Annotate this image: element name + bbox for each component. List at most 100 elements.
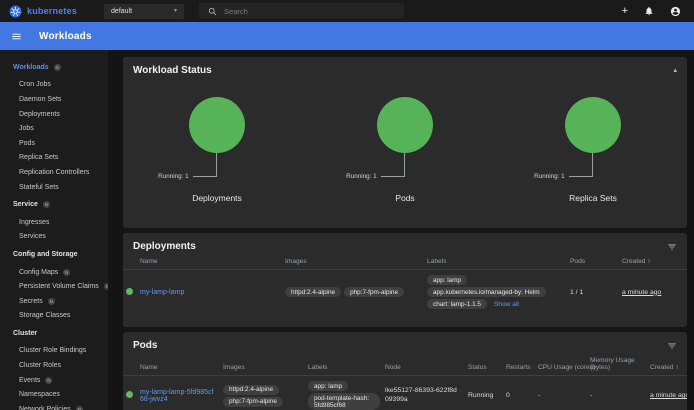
label-chip: pod-template-hash: 5fd985cf68 (308, 393, 380, 410)
sidebar-item-config-and-storage[interactable]: Config and Storage (0, 247, 108, 262)
deployments-table: Name Images Labels Pods Created ↑ my-lam… (123, 258, 687, 315)
callout-line (569, 153, 593, 177)
deployment-row[interactable]: my-lamp-lamp httpd:2.4-alpinephp:7-fpm-a… (123, 270, 687, 316)
page-toolbar: Workloads (0, 22, 694, 50)
table-header-row: Name Images Labels Node Status Restarts … (123, 357, 687, 376)
pods-ratio: 1 / 1 (570, 270, 622, 316)
image-chip: httpd:2.4-alpine (285, 287, 341, 297)
status-running-dot (126, 391, 133, 398)
pod-name-link[interactable]: my-lamp-lamp-5fd985cf68-jwvz4 (140, 389, 221, 403)
account-button[interactable] (670, 6, 681, 17)
sidebar-item-pods[interactable]: Pods (0, 136, 108, 151)
pods-column-header: Pods (570, 258, 622, 270)
kubernetes-brand[interactable]: kubernetes (0, 5, 77, 18)
pod-cpu-usage: - (538, 376, 590, 410)
sidebar-item-network-policies[interactable]: Network Policies N (0, 402, 108, 410)
namespaced-badge: N (45, 377, 52, 384)
deployment-name-link[interactable]: my-lamp-lamp (140, 289, 184, 296)
sidebar-item-service[interactable]: Service N (0, 197, 108, 212)
namespaced-badge: N (43, 201, 50, 208)
restarts-column-header: Restarts (506, 357, 538, 376)
sidebar-item-persistent-volume-claims[interactable]: Persistent Volume Claims N (0, 279, 108, 294)
page-title: Workloads (39, 31, 92, 42)
sidebar-item-workloads[interactable]: Workloads N (0, 60, 108, 75)
search-box[interactable] (199, 3, 404, 19)
pods-card: Pods Name Images (123, 332, 687, 410)
sidebar-item-secrets[interactable]: Secrets N (0, 294, 108, 309)
workload-status-title: Workload Status (133, 65, 212, 76)
status-text-column-header: Status (468, 357, 506, 376)
running-count-label: Running: 1 (346, 173, 379, 180)
node-column-header: Node (385, 357, 468, 376)
image-chip: php:7-fpm-alpine (344, 287, 404, 297)
images-column-header: Images (223, 357, 308, 376)
namespaced-badge: N (54, 64, 61, 71)
sidebar-item-deployments[interactable]: Deployments (0, 107, 108, 122)
sidebar-item-jobs[interactable]: Jobs (0, 121, 108, 136)
collapse-card-button[interactable]: ▴ (673, 65, 677, 74)
show-all-link[interactable]: Show all (494, 301, 519, 308)
table-header-row: Name Images Labels Pods Created ↑ (123, 258, 687, 270)
sort-asc-icon: ↑ (647, 258, 650, 265)
filter-button[interactable] (667, 241, 677, 252)
menu-button[interactable] (0, 31, 22, 42)
brand-text: kubernetes (27, 6, 77, 16)
sidebar-item-daemon-sets[interactable]: Daemon Sets (0, 92, 108, 107)
sidebar-item-cluster[interactable]: Cluster (0, 326, 108, 341)
created-time-link[interactable]: a minute ago (650, 392, 687, 399)
sidebar-item-stateful-sets[interactable]: Stateful Sets (0, 180, 108, 195)
status-column-header (123, 258, 140, 270)
created-time-link[interactable]: a minute ago (622, 289, 661, 296)
images-column-header: Images (285, 258, 427, 270)
namespace-value: default (111, 8, 132, 15)
kubernetes-logo-icon (9, 5, 22, 18)
pod-memory-usage: - (590, 376, 650, 410)
sidebar-item-cron-jobs[interactable]: Cron Jobs (0, 78, 108, 93)
created-column-sort-header[interactable]: Created ↑ (650, 357, 687, 376)
node-name: lke55127-86393-622f8d09399a (385, 387, 466, 404)
search-icon (208, 7, 217, 16)
sidebar-item-namespaces[interactable]: Namespaces (0, 387, 108, 402)
deployments-card: Deployments Name Images (123, 233, 687, 327)
pod-row[interactable]: my-lamp-lamp-5fd985cf68-jwvz4 httpd:2.4-… (123, 376, 687, 410)
pod-status: Running (468, 376, 506, 410)
sidebar-item-replica-sets[interactable]: Replica Sets (0, 151, 108, 166)
main-content: Workload Status ▴ Running: 1 Deployments (108, 50, 694, 410)
deployments-title: Deployments (133, 241, 196, 252)
hamburger-icon (11, 31, 22, 42)
cpu-column-header: CPU Usage (cores) (538, 357, 590, 376)
pie-running-replica-sets (565, 97, 621, 153)
workload-status-card: Workload Status ▴ Running: 1 Deployments (123, 57, 687, 228)
filter-button[interactable] (667, 340, 677, 351)
namespaced-badge: N (63, 269, 70, 276)
sidebar-item-config-maps[interactable]: Config Maps N (0, 265, 108, 280)
filter-icon (667, 242, 677, 252)
create-resource-button[interactable]: + (622, 6, 628, 17)
sidebar-item-cluster-roles[interactable]: Cluster Roles (0, 358, 108, 373)
search-input[interactable] (224, 7, 384, 16)
image-chip: php:7-fpm-alpine (223, 397, 283, 407)
top-app-bar: kubernetes default ▾ + (0, 0, 694, 22)
name-column-header: Name (140, 357, 223, 376)
labels-column-header: Labels (308, 357, 385, 376)
labels-column-header: Labels (427, 258, 570, 270)
sidebar-item-ingresses[interactable]: Ingresses (0, 215, 108, 230)
sidebar-item-replication-controllers[interactable]: Replication Controllers (0, 165, 108, 180)
created-column-sort-header[interactable]: Created ↑ (622, 258, 687, 270)
namespaced-badge: N (48, 298, 55, 305)
namespace-selector[interactable]: default ▾ (104, 4, 184, 19)
chevron-down-icon: ▾ (174, 8, 177, 14)
sidebar-item-events[interactable]: Events N (0, 373, 108, 388)
pod-restarts: 0 (506, 376, 538, 410)
sidebar-item-storage-classes[interactable]: Storage Classes (0, 309, 108, 324)
running-count-label: Running: 1 (534, 173, 567, 180)
account-icon (670, 6, 681, 17)
filter-icon (667, 341, 677, 351)
pie-chart-title: Deployments (192, 193, 242, 203)
image-chip: httpd:2.4-alpine (223, 385, 279, 395)
callout-line (193, 153, 217, 177)
sidebar-item-services[interactable]: Services (0, 230, 108, 245)
status-column-header (123, 357, 140, 376)
notifications-button[interactable] (644, 6, 654, 16)
sidebar-item-cluster-role-bindings[interactable]: Cluster Role Bindings (0, 344, 108, 359)
